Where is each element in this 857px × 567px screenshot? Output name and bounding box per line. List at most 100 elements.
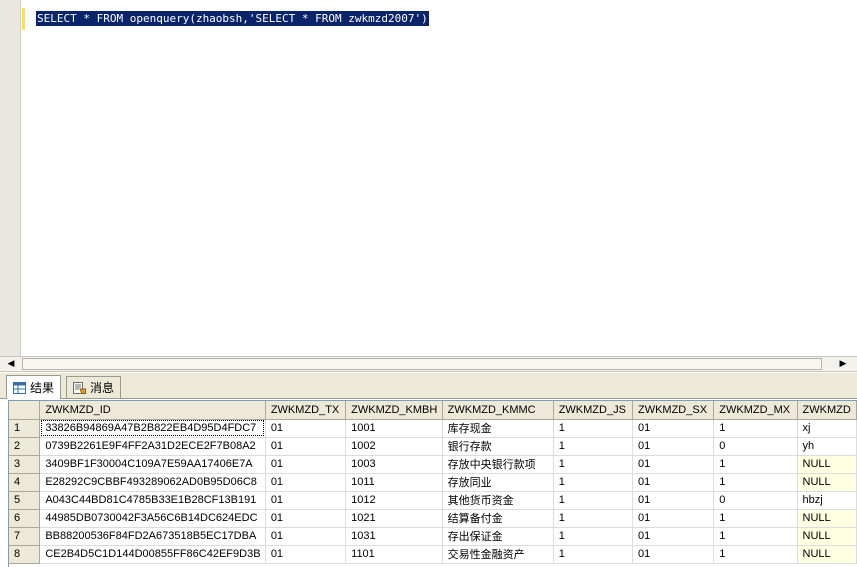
table-cell[interactable]: BB88200536F84FD2A673518B5EC17DBA [39,527,266,546]
table-cell[interactable]: 存放同业 [442,473,554,492]
table-cell[interactable]: 1101 [345,545,443,564]
row-number[interactable]: 1 [9,419,41,438]
table-cell[interactable]: yh [797,437,857,456]
table-cell[interactable]: 1 [553,509,633,528]
table-cell[interactable]: 3409BF1F30004C109A7E59AA17406E7A [39,455,266,474]
table-cell[interactable]: NULL [797,473,857,492]
table-row[interactable]: 3 3409BF1F30004C109A7E59AA17406E7A 01 1003 存… [9,455,857,474]
results-grid[interactable]: ZWKMZD_ID ZWKMZD_TX ZWKMZD_KMBH ZWKMZD_K… [8,400,857,567]
table-cell[interactable]: xj [797,419,857,438]
table-cell[interactable]: 1 [553,437,633,456]
editor-horizontal-scrollbar[interactable]: ◀ ▶ [0,356,857,372]
table-cell[interactable]: 交易性金融资产 [442,545,554,564]
row-number[interactable]: 5 [9,491,41,510]
row-number[interactable]: 4 [9,473,41,492]
table-cell[interactable]: 1 [553,491,633,510]
column-header[interactable]: ZWKMZD_SX [632,401,715,420]
table-row[interactable]: 8 CE2B4D5C1D144D00855FF86C42EF9D3B 01 1101 交… [9,545,857,564]
table-cell[interactable]: 1 [553,455,633,474]
table-cell[interactable]: 存出保证金 [442,527,554,546]
table-cell[interactable]: 1031 [345,527,443,546]
table-cell[interactable]: 01 [265,473,347,492]
table-cell[interactable]: A043C44BD81C4785B33E1B28CF13B191 [39,491,266,510]
table-cell[interactable]: E28292C9CBBF493289062AD0B95D06C8 [39,473,266,492]
table-row[interactable]: 5 A043C44BD81C4785B33E1B28CF13B191 01 1012 其… [9,491,857,510]
table-cell[interactable]: hbzj [797,491,857,510]
column-header[interactable]: ZWKMZD_KMBH [345,401,443,420]
table-cell[interactable]: 01 [632,473,715,492]
table-cell[interactable]: 01 [632,491,715,510]
table-cell[interactable]: 1011 [345,473,443,492]
table-cell[interactable]: 1 [713,455,798,474]
table-cell[interactable]: 01 [265,455,347,474]
table-cell[interactable]: 01 [632,419,715,438]
table-cell[interactable]: 1 [713,509,798,528]
table-cell[interactable]: 01 [265,437,347,456]
table-cell[interactable]: 0 [713,491,798,510]
table-cell[interactable]: 0739B2261E9F4FF2A31D2ECE2F7B08A2 [39,437,266,456]
table-row[interactable]: 7 BB88200536F84FD2A673518B5EC17DBA 01 1031 存… [9,527,857,546]
table-cell[interactable]: 01 [632,545,715,564]
table-cell[interactable]: 01 [265,509,347,528]
table-cell[interactable]: 银行存款 [442,437,554,456]
table-cell[interactable]: 01 [265,527,347,546]
table-cell[interactable]: 01 [632,437,715,456]
query-editor[interactable]: SELECT * FROM openquery(zhaobsh,'SELECT … [0,0,857,356]
table-cell[interactable]: 1 [713,473,798,492]
column-header[interactable]: ZWKMZD [797,401,857,420]
scrollbar-thumb[interactable] [22,358,822,370]
table-cell[interactable]: 1 [553,473,633,492]
scroll-right-arrow-icon[interactable]: ▶ [836,358,850,370]
table-cell[interactable]: 1 [553,527,633,546]
row-number[interactable]: 8 [9,545,41,564]
row-number[interactable]: 6 [9,509,41,528]
table-cell[interactable]: 1 [713,527,798,546]
table-cell[interactable]: 1002 [345,437,443,456]
table-cell[interactable]: NULL [797,527,857,546]
table-cell[interactable]: 结算备付金 [442,509,554,528]
table-cell[interactable]: 01 [632,509,715,528]
table-cell[interactable]: 01 [265,419,347,438]
table-row[interactable]: 2 0739B2261E9F4FF2A31D2ECE2F7B08A2 01 1002 银… [9,437,857,456]
table-cell[interactable]: NULL [797,455,857,474]
table-cell[interactable]: 1 [713,419,798,438]
column-header[interactable]: ZWKMZD_TX [265,401,347,420]
table-cell[interactable]: 01 [632,527,715,546]
table-cell[interactable]: 1001 [345,419,443,438]
table-cell[interactable]: 1 [553,419,633,438]
table-cell[interactable]: 01 [632,455,715,474]
table-cell[interactable]: CE2B4D5C1D144D00855FF86C42EF9D3B [39,545,266,564]
table-cell[interactable]: 44985DB0730042F3A56C6B14DC624EDC [39,509,266,528]
table-cell[interactable]: 0 [713,437,798,456]
query-text-selected[interactable]: SELECT * FROM openquery(zhaobsh,'SELECT … [36,11,429,26]
table-cell[interactable]: 库存现金 [442,419,554,438]
grid-icon [13,381,26,394]
column-header[interactable]: ZWKMZD_ID [39,401,266,420]
table-cell[interactable]: 其他货币资金 [442,491,554,510]
scroll-left-arrow-icon[interactable]: ◀ [4,358,18,370]
table-cell[interactable]: 1003 [345,455,443,474]
tab-messages[interactable]: 消息 [66,376,122,398]
table-cell[interactable]: 存放中央银行款项 [442,455,554,474]
table-cell[interactable]: 1 [553,545,633,564]
table-cell[interactable]: 01 [265,491,347,510]
table-cell[interactable]: NULL [797,509,857,528]
table-cell[interactable]: NULL [797,545,857,564]
row-number[interactable]: 2 [9,437,41,456]
table-cell[interactable]: 01 [265,545,347,564]
row-number[interactable]: 7 [9,527,41,546]
column-header[interactable]: ZWKMZD_MX [713,401,798,420]
tab-results[interactable]: 结果 [6,375,62,399]
table-cell[interactable]: 1021 [345,509,443,528]
table-row[interactable]: 4 E28292C9CBBF493289062AD0B95D06C8 01 1011 存… [9,473,857,492]
row-number[interactable]: 3 [9,455,41,474]
corner-header[interactable] [9,401,41,420]
table-row[interactable]: 1 33826B94869A47B2B822EB4D95D4FDC7 01 1001 库… [9,419,857,438]
column-header[interactable]: ZWKMZD_JS [553,401,633,420]
header-row: ZWKMZD_ID ZWKMZD_TX ZWKMZD_KMBH ZWKMZD_K… [9,401,857,420]
table-cell[interactable]: 1 [713,545,798,564]
table-cell[interactable]: 33826B94869A47B2B822EB4D95D4FDC7 [39,419,266,438]
column-header[interactable]: ZWKMZD_KMMC [442,401,554,420]
table-row[interactable]: 6 44985DB0730042F3A56C6B14DC624EDC 01 1021 结… [9,509,857,528]
table-cell[interactable]: 1012 [345,491,443,510]
